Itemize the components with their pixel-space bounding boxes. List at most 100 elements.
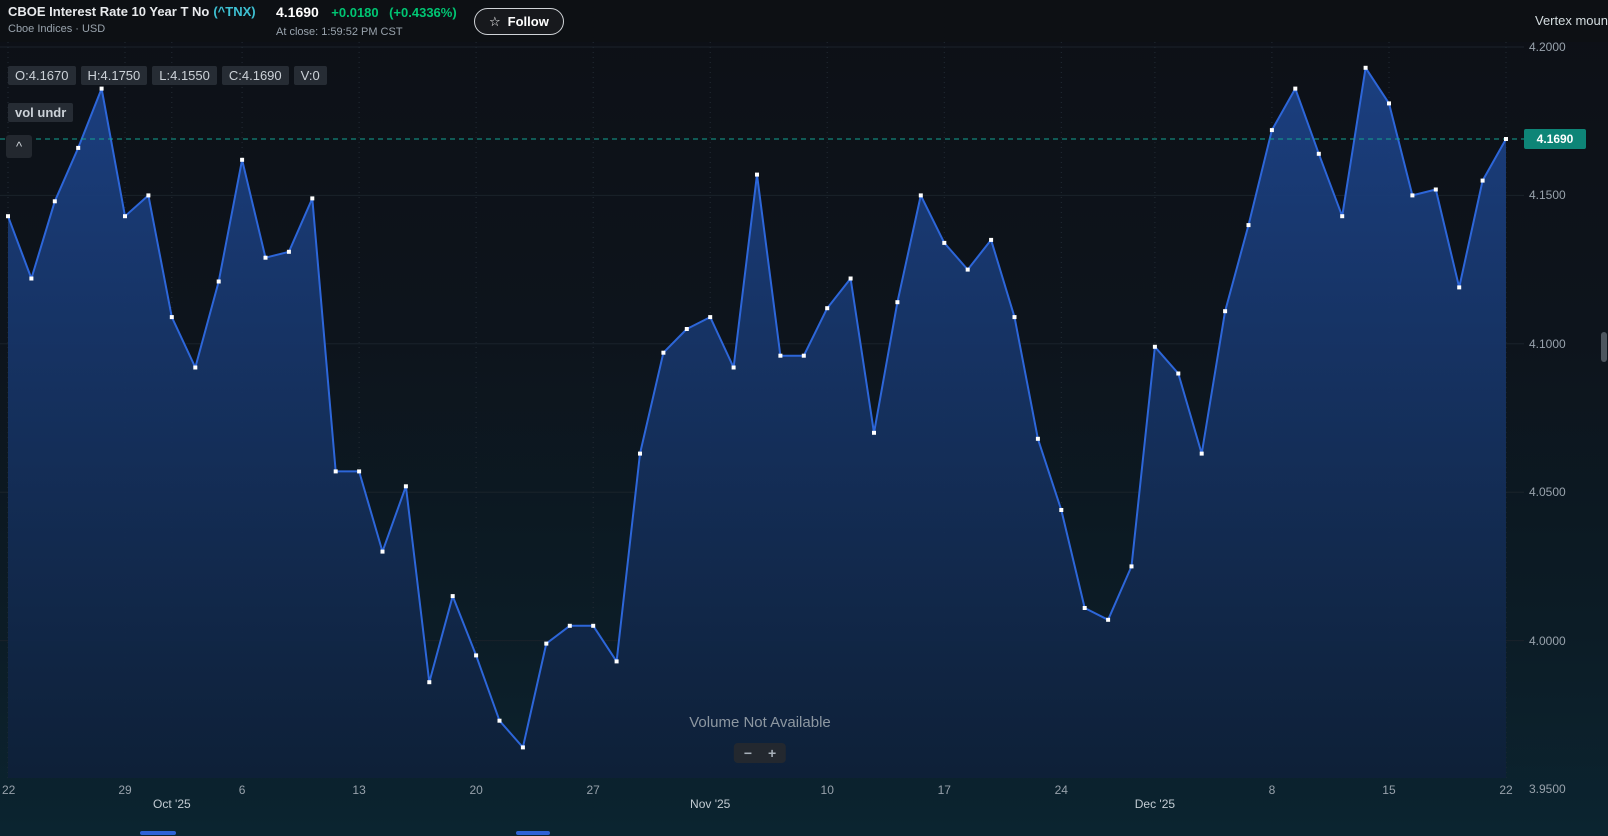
data-point-marker <box>638 452 642 456</box>
data-point-marker <box>989 238 993 242</box>
x-axis-label: 24 <box>1055 783 1068 797</box>
data-point-marker <box>1410 193 1414 197</box>
x-axis-label: 29 <box>118 783 131 797</box>
data-point-marker <box>1176 372 1180 376</box>
data-point-marker <box>895 300 899 304</box>
instrument-name: CBOE Interest Rate 10 Year T No <box>8 4 209 19</box>
y-axis-label: 4.0500 <box>1529 485 1566 499</box>
data-point-marker <box>708 315 712 319</box>
data-point-marker <box>568 624 572 628</box>
data-point-marker <box>1153 345 1157 349</box>
data-point-marker <box>287 250 291 254</box>
y-axis-label: 4.2000 <box>1529 40 1566 54</box>
data-point-marker <box>100 87 104 91</box>
data-point-marker <box>802 354 806 358</box>
data-point-marker <box>919 193 923 197</box>
y-axis-label: 4.0000 <box>1529 634 1566 648</box>
x-axis-label: 6 <box>239 783 246 797</box>
chart-region: O:4.1670 H:4.1750L:4.1550 C:4.1690 V:0 vol … <box>0 42 1524 836</box>
data-point-marker <box>872 431 876 435</box>
zoom-control: − + <box>734 743 786 763</box>
data-point-marker <box>1013 315 1017 319</box>
data-point-marker <box>521 745 525 749</box>
follow-button[interactable]: ☆ Follow <box>474 8 564 35</box>
data-point-marker <box>29 277 33 281</box>
y-axis-label: 3.9500 <box>1529 782 1566 796</box>
data-point-marker <box>264 256 268 260</box>
data-point-marker <box>1036 437 1040 441</box>
data-point-marker <box>310 196 314 200</box>
ohlc-chip: V:0 <box>294 66 327 85</box>
data-point-marker <box>778 354 782 358</box>
data-point-marker <box>404 484 408 488</box>
zoom-out-button[interactable]: − <box>744 746 752 760</box>
ad-link[interactable]: Vertex moun <box>1535 13 1608 28</box>
data-point-marker <box>1200 452 1204 456</box>
x-axis-label: 22 <box>1499 783 1512 797</box>
ohlc-readout: O:4.1670 H:4.1750L:4.1550 C:4.1690 V:0 <box>8 66 327 85</box>
ohlc-chip: C:4.1690 <box>222 66 289 85</box>
title-block: CBOE Interest Rate 10 Year T No(^TNX) Cb… <box>8 4 256 35</box>
data-point-marker <box>1504 137 1508 141</box>
at-close-timestamp: At close: 1:59:52 PM CST <box>276 26 457 38</box>
price-change: +0.0180 <box>331 5 378 20</box>
x-axis-month-label: Dec '25 <box>1135 797 1175 811</box>
data-point-marker <box>1059 508 1063 512</box>
data-point-marker <box>6 214 10 218</box>
data-point-marker <box>474 653 478 657</box>
x-axis-label: 17 <box>938 783 951 797</box>
data-point-marker <box>240 158 244 162</box>
zoom-in-button[interactable]: + <box>768 746 776 760</box>
x-axis-label: 15 <box>1382 783 1395 797</box>
chevron-up-icon[interactable]: ^ <box>6 135 32 158</box>
data-point-marker <box>849 277 853 281</box>
x-axis-label: 13 <box>352 783 365 797</box>
data-point-marker <box>732 366 736 370</box>
data-point-marker <box>1223 309 1227 313</box>
data-point-marker <box>1083 606 1087 610</box>
x-axis-label: 27 <box>586 783 599 797</box>
ohlc-chip: L:4.1550 <box>152 66 217 85</box>
finance-chart-page: CBOE Interest Rate 10 Year T No(^TNX) Cb… <box>0 0 1608 836</box>
y-axis-label: 4.1000 <box>1529 337 1566 351</box>
volume-indicator-chip[interactable]: vol undr <box>8 103 73 122</box>
data-point-marker <box>357 469 361 473</box>
data-point-marker <box>1317 152 1321 156</box>
data-point-marker <box>498 719 502 723</box>
data-point-marker <box>1270 128 1274 132</box>
data-point-marker <box>217 280 221 284</box>
h-scrollbar-segment[interactable] <box>140 831 176 835</box>
x-axis-label: 22 <box>2 783 15 797</box>
data-point-marker <box>942 241 946 245</box>
data-point-marker <box>1434 188 1438 192</box>
data-point-marker <box>1364 66 1368 70</box>
data-point-marker <box>53 199 57 203</box>
y-axis-label: 4.1500 <box>1529 188 1566 202</box>
data-point-marker <box>1387 101 1391 105</box>
data-point-marker <box>1130 564 1134 568</box>
data-point-marker <box>146 193 150 197</box>
data-point-marker <box>1457 285 1461 289</box>
x-axis-month-label: Oct '25 <box>153 797 191 811</box>
last-price: 4.1690 <box>276 4 319 20</box>
data-point-marker <box>544 642 548 646</box>
data-point-marker <box>123 214 127 218</box>
x-axis-label: 10 <box>821 783 834 797</box>
data-point-marker <box>591 624 595 628</box>
star-icon: ☆ <box>489 14 501 30</box>
ticker-symbol: (^TNX) <box>213 4 255 19</box>
data-point-marker <box>170 315 174 319</box>
quote-block: 4.1690 +0.0180 (+0.4336%) At close: 1:59… <box>276 4 457 38</box>
v-scrollbar-thumb[interactable] <box>1601 332 1607 362</box>
data-point-marker <box>334 469 338 473</box>
data-point-marker <box>381 550 385 554</box>
data-point-marker <box>193 366 197 370</box>
data-point-marker <box>825 306 829 310</box>
data-point-marker <box>615 659 619 663</box>
data-point-marker <box>685 327 689 331</box>
page-title: CBOE Interest Rate 10 Year T No (^TNX) <box>8 4 256 19</box>
data-point-marker <box>76 146 80 150</box>
ohlc-chip: H:4.1750 <box>81 66 148 85</box>
ohlc-chip: O:4.1670 <box>8 66 76 85</box>
h-scrollbar-segment[interactable] <box>516 831 550 835</box>
